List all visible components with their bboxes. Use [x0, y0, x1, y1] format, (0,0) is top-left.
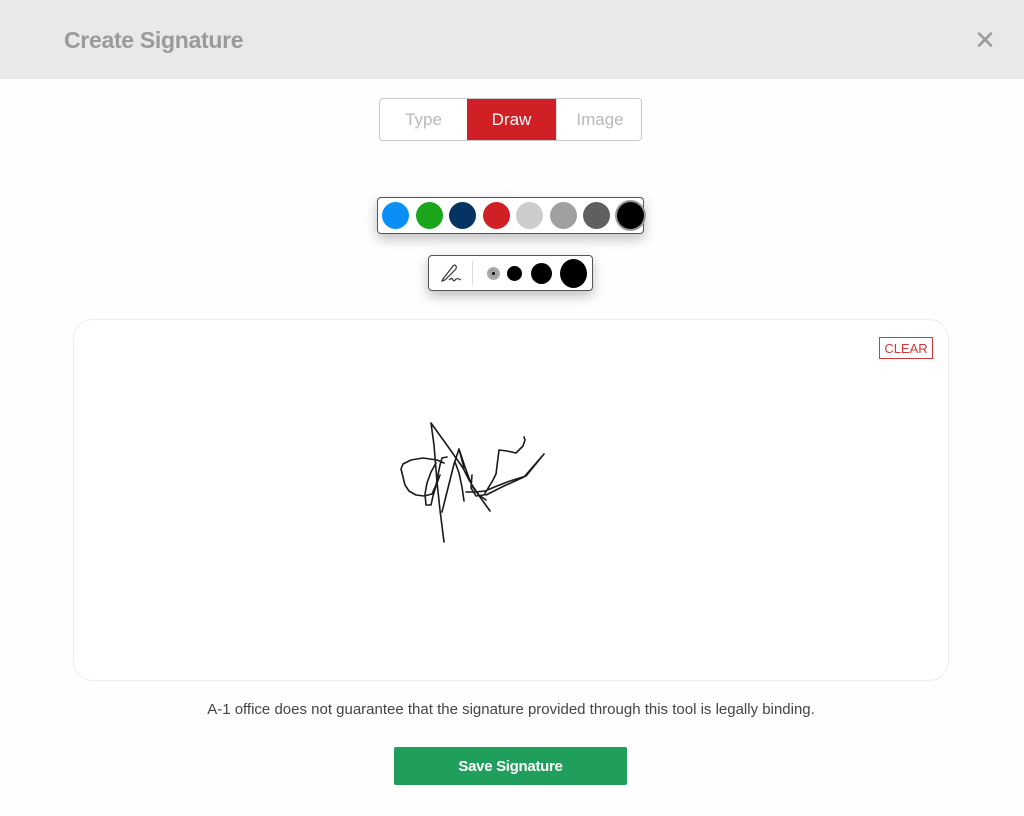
tab-image[interactable]: Image — [556, 99, 641, 140]
dialog-header: Create Signature ✕ — [0, 0, 1024, 79]
divider — [472, 261, 473, 285]
signature-mode-tabs: Type Draw Image — [379, 98, 642, 141]
color-palette — [377, 197, 644, 234]
save-signature-button[interactable]: Save Signature — [394, 747, 627, 785]
color-swatch-red[interactable] — [482, 202, 510, 229]
pen-width-large[interactable] — [560, 259, 587, 288]
clear-button[interactable]: CLEAR — [879, 337, 933, 359]
signature-canvas[interactable]: CLEAR — [73, 319, 949, 681]
color-swatch-gray[interactable] — [549, 202, 577, 229]
drawn-signature — [400, 422, 545, 543]
tab-type[interactable]: Type — [380, 99, 467, 140]
color-swatch-navy[interactable] — [449, 202, 476, 229]
legal-disclaimer: A-1 office does not guarantee that the s… — [207, 701, 815, 718]
dialog-title: Create Signature — [64, 27, 244, 53]
color-swatch-green[interactable] — [415, 202, 443, 229]
color-swatch-blue[interactable] — [382, 202, 409, 229]
color-swatch-light-gray[interactable] — [516, 202, 543, 229]
tab-draw[interactable]: Draw — [467, 99, 556, 140]
color-swatch-black[interactable] — [616, 202, 644, 229]
pen-width-small[interactable] — [507, 266, 522, 281]
pen-width-extra-small[interactable] — [487, 267, 500, 280]
pen-signature-icon[interactable] — [439, 262, 463, 284]
pen-width-medium[interactable] — [531, 263, 552, 284]
color-swatch-dark-gray[interactable] — [583, 202, 610, 229]
close-icon[interactable]: ✕ — [972, 26, 998, 54]
pen-width-selector — [428, 255, 593, 291]
